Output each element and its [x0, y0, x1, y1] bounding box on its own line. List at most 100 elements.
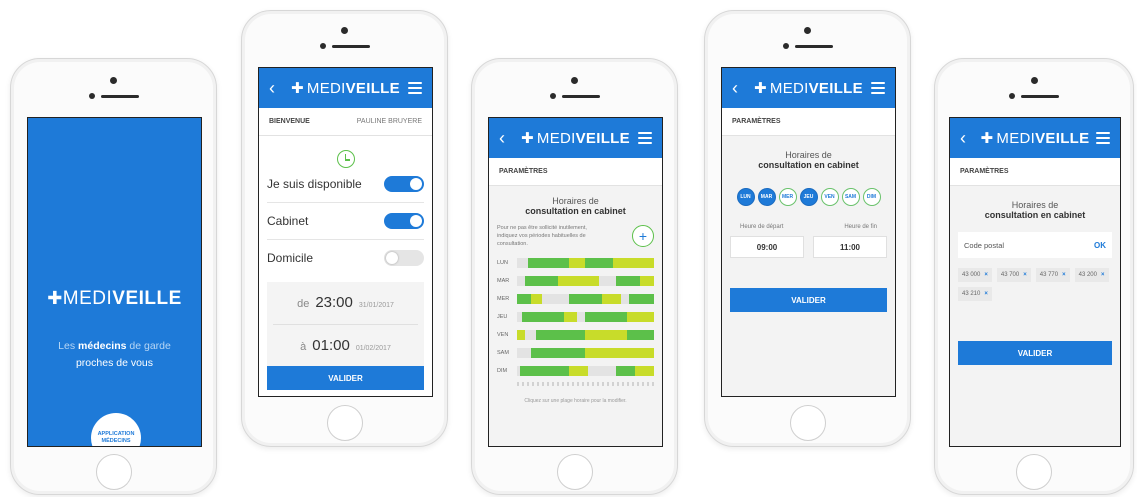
schedule-row-lun[interactable]: LUN	[497, 256, 654, 269]
menu-icon[interactable]	[870, 82, 885, 94]
time-segment[interactable]	[599, 275, 616, 286]
day-toggle-mar[interactable]: MAR	[757, 188, 776, 206]
day-toggle-lun[interactable]: LUN	[736, 188, 755, 206]
schedule-row-mer[interactable]: MER	[497, 292, 654, 305]
time-segment[interactable]	[527, 257, 570, 268]
time-bar[interactable]	[517, 257, 654, 268]
badge-line1: APPLICATION	[97, 431, 135, 437]
app-medecins-button[interactable]: APPLICATION MÉDECINS	[91, 413, 141, 446]
time-segment[interactable]	[541, 293, 570, 304]
schedule-row-ven[interactable]: VEN	[497, 328, 654, 341]
time-segment[interactable]	[517, 347, 531, 358]
to-row[interactable]: à 01:00 01/02/2017	[267, 331, 424, 361]
time-bar[interactable]	[517, 311, 654, 322]
time-segment[interactable]	[585, 311, 627, 322]
time-segment[interactable]	[525, 275, 559, 286]
end-time-field[interactable]: 11:00	[813, 236, 887, 258]
time-segment[interactable]	[558, 275, 600, 286]
cabinet-toggle[interactable]	[384, 213, 424, 229]
day-label: DIM	[497, 367, 508, 374]
time-segment[interactable]	[629, 293, 654, 304]
time-segment[interactable]	[615, 275, 641, 286]
time-segment[interactable]	[612, 257, 654, 268]
time-bar[interactable]	[517, 275, 654, 286]
remove-icon[interactable]: ×	[1101, 272, 1105, 278]
home-button[interactable]	[95, 454, 132, 490]
day-toggle-jeu[interactable]: JEU	[799, 188, 818, 206]
hours-screen: ‹ ✚ MEDI VEILLE PARAMÈTRES Horaires de con…	[721, 67, 896, 397]
available-toggle[interactable]	[384, 176, 424, 192]
day-toggle-sam[interactable]: SAM	[841, 188, 860, 206]
time-segment[interactable]	[563, 311, 578, 322]
time-segment[interactable]	[517, 293, 531, 304]
time-bar[interactable]	[517, 329, 654, 340]
time-segment[interactable]	[585, 329, 627, 340]
home-button[interactable]	[556, 454, 593, 490]
remove-icon[interactable]: ×	[1023, 272, 1027, 278]
schedule-row-jeu[interactable]: JEU	[497, 310, 654, 323]
postal-input[interactable]: Code postal OK	[958, 232, 1112, 258]
tagline-de-garde: de garde	[129, 340, 171, 352]
day-toggle-dim[interactable]: DIM	[862, 188, 881, 206]
time-segment[interactable]	[530, 347, 586, 358]
time-segment[interactable]	[585, 347, 654, 358]
schedule-row-sam[interactable]: SAM	[497, 346, 654, 359]
remove-icon[interactable]: ×	[984, 291, 988, 297]
home-button[interactable]	[326, 405, 363, 441]
time-segment[interactable]	[519, 365, 570, 376]
time-segment[interactable]	[522, 311, 564, 322]
home-button[interactable]	[1016, 454, 1052, 490]
to-time: 01:00	[312, 337, 350, 354]
menu-icon[interactable]	[407, 82, 422, 94]
brand-prefix: MEDI	[62, 288, 113, 309]
time-segment[interactable]	[588, 365, 616, 376]
time-segment[interactable]	[615, 365, 635, 376]
title-line2: consultation en cabinet	[984, 210, 1086, 220]
time-segment[interactable]	[569, 257, 586, 268]
from-row[interactable]: de 23:00 31/01/2017	[267, 288, 424, 318]
back-icon[interactable]: ‹	[732, 78, 746, 99]
home-button[interactable]	[789, 405, 826, 441]
back-icon[interactable]: ‹	[499, 128, 513, 149]
time-segment[interactable]	[640, 275, 654, 286]
time-segment[interactable]	[626, 329, 654, 340]
schedule-row-dim[interactable]: DIM	[497, 364, 654, 377]
add-slot-button[interactable]: +	[632, 225, 654, 247]
time-segment[interactable]	[626, 311, 654, 322]
time-segment[interactable]	[569, 293, 602, 304]
divider	[273, 324, 418, 325]
validate-button[interactable]: VALIDER	[730, 288, 887, 312]
validate-button[interactable]: VALIDER	[958, 341, 1112, 365]
start-time-field[interactable]: 09:00	[730, 236, 804, 258]
time-segment[interactable]	[634, 365, 654, 376]
domicile-toggle[interactable]	[384, 250, 424, 266]
time-bar[interactable]	[517, 347, 654, 358]
menu-icon[interactable]	[637, 132, 652, 144]
time-segment[interactable]	[525, 329, 537, 340]
remove-icon[interactable]: ×	[984, 272, 988, 278]
validate-button[interactable]: VALIDER	[267, 366, 424, 390]
postal-tags: 43 000 × 43 700 × 43 770 × 43 200 × 43 210 ×	[958, 268, 1112, 301]
time-segment[interactable]	[517, 257, 528, 268]
time-segment[interactable]	[585, 257, 613, 268]
back-icon[interactable]: ‹	[960, 128, 974, 149]
time-segment[interactable]	[601, 293, 622, 304]
time-segment[interactable]	[577, 311, 586, 322]
remove-icon[interactable]: ×	[1062, 272, 1066, 278]
day-toggle-ven[interactable]: VEN	[820, 188, 839, 206]
time-bar[interactable]	[517, 365, 654, 376]
time-segment[interactable]	[569, 365, 589, 376]
time-segment[interactable]	[621, 293, 630, 304]
time-bar[interactable]	[517, 293, 654, 304]
ok-button[interactable]: OK	[1094, 241, 1106, 250]
welcome-label: BIENVENUE	[269, 118, 310, 125]
time-segment[interactable]	[536, 329, 586, 340]
day-toggle-mer[interactable]: MER	[778, 188, 797, 206]
time-segment[interactable]	[517, 329, 526, 340]
menu-icon[interactable]	[1095, 132, 1110, 144]
speaker-icon	[794, 44, 833, 48]
back-icon[interactable]: ‹	[269, 78, 283, 99]
time-segment[interactable]	[517, 275, 526, 286]
time-segment[interactable]	[530, 293, 542, 304]
schedule-row-mar[interactable]: MAR	[497, 274, 654, 287]
